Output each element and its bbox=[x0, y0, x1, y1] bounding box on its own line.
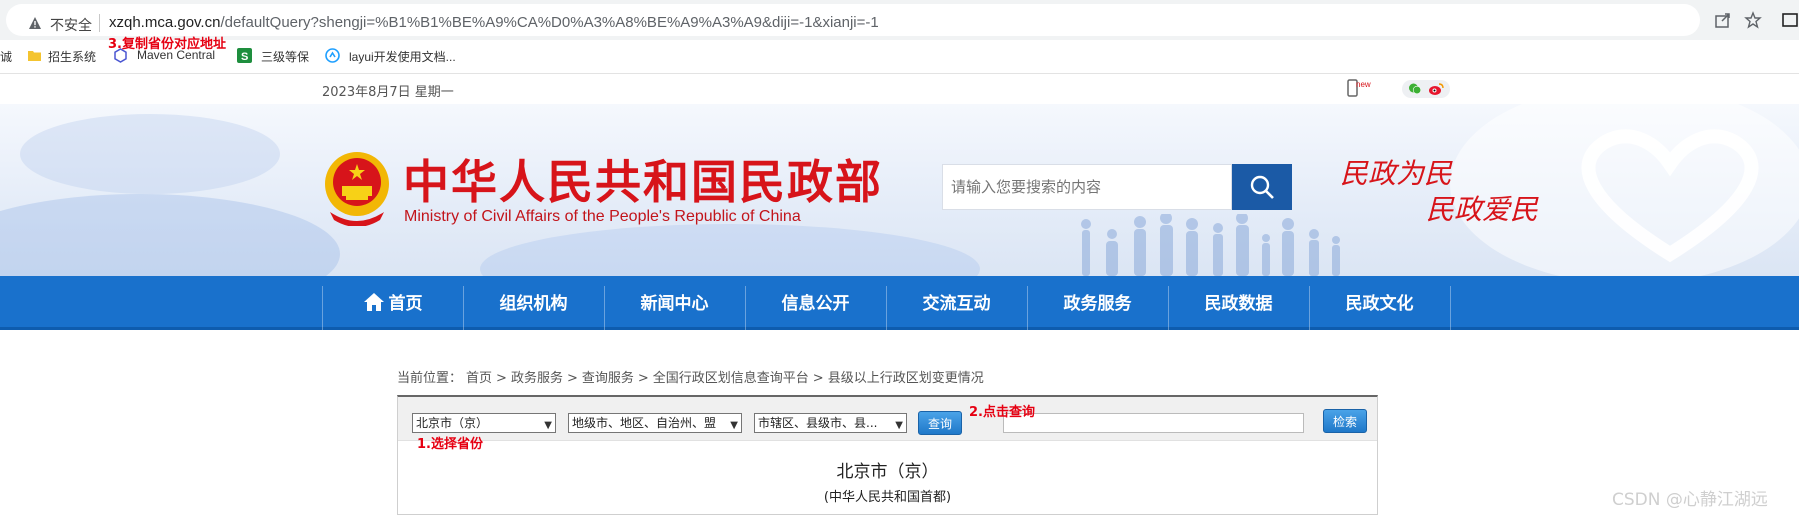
wechat-icon[interactable] bbox=[1408, 82, 1422, 96]
bookmark-item[interactable]: 招生系统 bbox=[48, 48, 96, 65]
site-title-cn: 中华人民共和国民政部 bbox=[403, 155, 883, 209]
site-search-button[interactable] bbox=[1232, 164, 1292, 210]
site-search-box bbox=[942, 164, 1232, 210]
bookmark-item[interactable]: 诚 bbox=[0, 48, 12, 65]
home-icon bbox=[363, 292, 384, 311]
city-select[interactable]: 地级市、地区、自治州、盟 ▼ bbox=[568, 413, 742, 433]
bookmark-item[interactable]: 三级等保 bbox=[261, 48, 309, 65]
national-emblem-icon bbox=[325, 152, 389, 226]
url-path: /defaultQuery?shengji=%B1%B1%BE%A9%CA%D0… bbox=[220, 14, 879, 31]
security-label[interactable]: 不安全 bbox=[50, 15, 92, 35]
omnibox-divider bbox=[99, 14, 100, 32]
csdn-watermark: CSDN @心静江湖远 bbox=[1612, 490, 1768, 510]
nav-home[interactable]: 首页 bbox=[322, 276, 463, 327]
breadcrumb-sep: > bbox=[637, 371, 649, 386]
nav-info-disclosure[interactable]: 信息公开 bbox=[745, 276, 886, 327]
annotation-step3: 3.复制省份对应地址 bbox=[108, 37, 226, 52]
keyword-input[interactable] bbox=[1003, 413, 1304, 433]
folder-icon bbox=[28, 51, 41, 61]
county-value: 市辖区、县级市、县... bbox=[758, 416, 878, 430]
current-date: 2023年8月7日 星期一 bbox=[322, 85, 454, 100]
chevron-down-icon: ▼ bbox=[895, 420, 903, 431]
weibo-icon[interactable] bbox=[1428, 82, 1444, 96]
breadcrumb-label: 当前位置： bbox=[397, 371, 463, 386]
slogan-line2: 民政爱民 bbox=[1426, 193, 1539, 226]
people-silhouette-decoration bbox=[1081, 214, 1340, 276]
bookmarks-bar: 诚 招生系统 Maven Central S 三级等保 layui开发使用文档.… bbox=[0, 40, 1799, 74]
mobile-new-icon[interactable]: new bbox=[1346, 78, 1372, 98]
social-icons bbox=[1402, 80, 1450, 98]
breadcrumb-sep: > bbox=[566, 371, 578, 386]
new-badge: new bbox=[1356, 80, 1371, 89]
warning-triangle-icon[interactable] bbox=[28, 16, 42, 30]
nav-gov-services[interactable]: 政务服务 bbox=[1027, 276, 1168, 327]
nav-news[interactable]: 新闻中心 bbox=[604, 276, 745, 327]
annotation-step2: 2.点击查询 bbox=[969, 405, 1035, 420]
site-header: 中华人民共和国民政部 Ministry of Civil Affairs of … bbox=[0, 104, 1799, 276]
result-subtitle: (中华人民共和国首都) bbox=[823, 490, 952, 505]
breadcrumb: 当前位置： 首页 > 政务服务 > 查询服务 > 全国行政区划信息查询平台 > 县级以上行政区划变… bbox=[397, 367, 988, 386]
query-button[interactable]: 查询 bbox=[918, 411, 962, 435]
share-icon[interactable] bbox=[1714, 11, 1732, 29]
site-title-en: Ministry of Civil Affairs of the People'… bbox=[404, 208, 801, 225]
heart-outline-decoration bbox=[1581, 129, 1759, 263]
slogan-line1: 民政为民 bbox=[1340, 157, 1453, 190]
breadcrumb-item[interactable]: 县级以上行政区划变更情况 bbox=[828, 371, 984, 386]
main-nav: 首页 组织机构 新闻中心 信息公开 交流互动 政务服务 民政数据 民政文化 bbox=[0, 276, 1799, 332]
query-panel: 北京市（京） ▼ 地级市、地区、自治州、盟 ▼ 市辖区、县级市、县... ▼ 查… bbox=[397, 395, 1378, 515]
nav-culture[interactable]: 民政文化 bbox=[1309, 276, 1450, 327]
nav-label: 首页 bbox=[388, 294, 423, 314]
breadcrumb-item[interactable]: 查询服务 bbox=[582, 371, 634, 386]
breadcrumb-sep: > bbox=[496, 371, 507, 386]
chevron-down-icon: ▼ bbox=[544, 420, 552, 431]
search-button[interactable]: 检索 bbox=[1323, 409, 1367, 433]
breadcrumb-item[interactable]: 首页 bbox=[466, 371, 492, 386]
breadcrumb-sep: > bbox=[812, 371, 824, 386]
side-panel-icon[interactable] bbox=[1782, 11, 1799, 29]
city-value: 地级市、地区、自治州、盟 bbox=[572, 416, 717, 430]
url-host: xzqh.mca.gov.cn bbox=[109, 14, 221, 31]
nav-interaction[interactable]: 交流互动 bbox=[886, 276, 1027, 327]
province-select[interactable]: 北京市（京） ▼ bbox=[412, 413, 556, 433]
result-title: 北京市（京） bbox=[836, 462, 939, 482]
site-search-input[interactable] bbox=[943, 165, 1231, 209]
county-select[interactable]: 市辖区、县级市、县... ▼ bbox=[754, 413, 907, 433]
chevron-down-icon: ▼ bbox=[730, 420, 738, 431]
svg-text:S: S bbox=[241, 51, 248, 63]
omnibox[interactable]: 不安全 xzqh.mca.gov.cn/defaultQuery?shengji… bbox=[6, 4, 1700, 36]
breadcrumb-item[interactable]: 政务服务 bbox=[511, 371, 563, 386]
nav-data[interactable]: 民政数据 bbox=[1168, 276, 1309, 327]
province-value: 北京市（京） bbox=[416, 416, 489, 430]
annotation-step1: 1.选择省份 bbox=[417, 437, 483, 452]
url-text[interactable]: xzqh.mca.gov.cn/defaultQuery?shengji=%B1… bbox=[109, 14, 879, 31]
breadcrumb-item[interactable]: 全国行政区划信息查询平台 bbox=[653, 371, 809, 386]
green-s-icon: S bbox=[237, 48, 252, 63]
bookmark-item[interactable]: layui开发使用文档... bbox=[349, 48, 456, 65]
search-icon bbox=[1250, 175, 1274, 199]
nav-organization[interactable]: 组织机构 bbox=[463, 276, 604, 327]
query-toolbar: 北京市（京） ▼ 地级市、地区、自治州、盟 ▼ 市辖区、县级市、县... ▼ 查… bbox=[398, 397, 1377, 441]
browser-address-bar: 不安全 xzqh.mca.gov.cn/defaultQuery?shengji… bbox=[0, 0, 1799, 40]
layui-icon bbox=[325, 48, 340, 63]
star-bookmark-icon[interactable] bbox=[1744, 11, 1762, 29]
